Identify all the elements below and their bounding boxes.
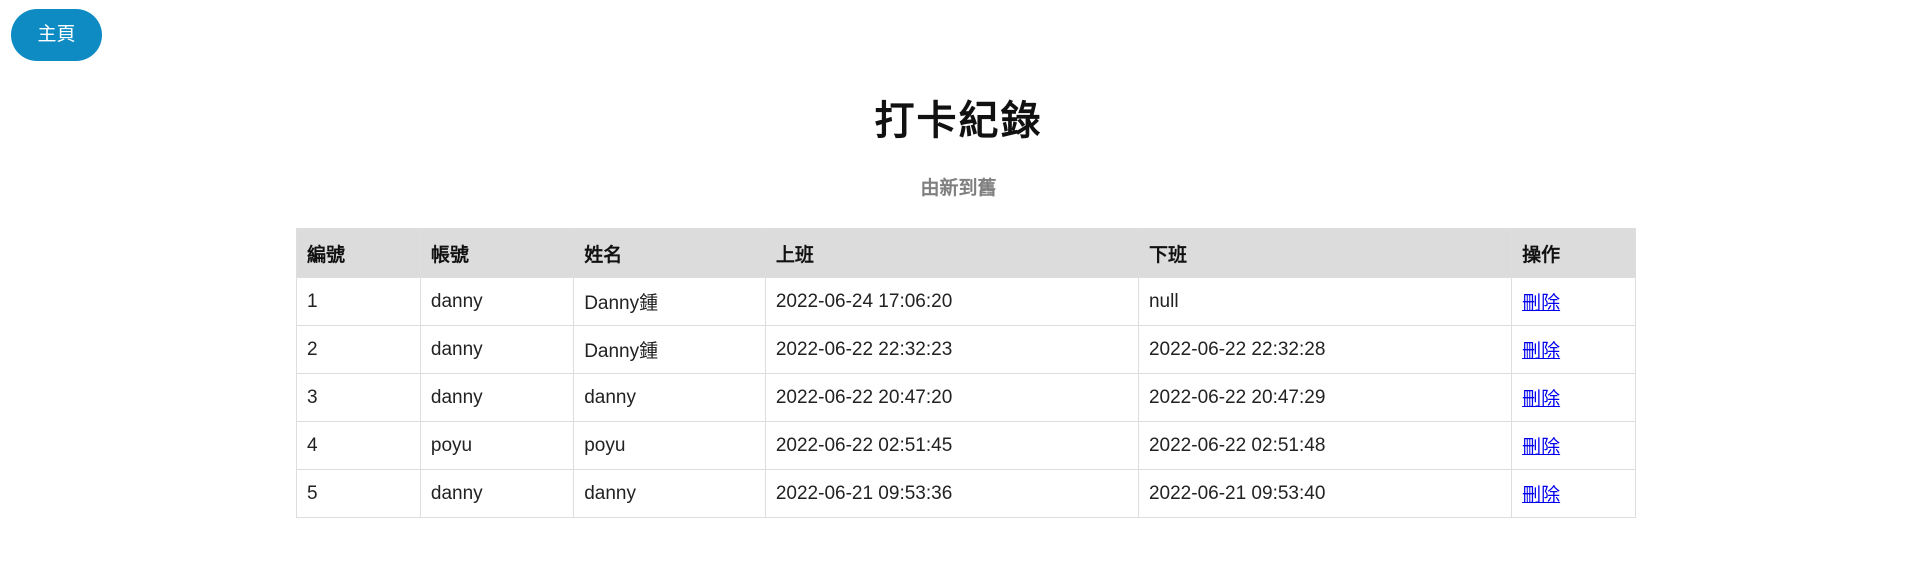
delete-link[interactable]: 刪除: [1522, 293, 1560, 314]
cell-clock-out: null: [1137, 277, 1513, 326]
cell-account: danny: [419, 469, 575, 518]
table-row: 3 danny danny 2022-06-22 20:47:20 2022-0…: [296, 373, 1636, 422]
cell-action: 刪除: [1511, 469, 1636, 518]
cell-name: danny: [573, 469, 766, 518]
delete-link[interactable]: 刪除: [1522, 389, 1560, 410]
cell-action: 刪除: [1511, 373, 1636, 422]
cell-id: 5: [296, 469, 421, 518]
delete-link[interactable]: 刪除: [1522, 485, 1560, 506]
header-clock-in: 上班: [764, 228, 1139, 278]
page-subtitle: 由新到舊: [920, 178, 997, 199]
cell-account: danny: [419, 373, 575, 422]
cell-id: 3: [296, 373, 421, 422]
cell-account: danny: [419, 325, 575, 374]
cell-name: poyu: [573, 421, 766, 470]
records-table: 編號 帳號 姓名 上班 下班 操作 1 danny Danny鍾 2022-06…: [296, 228, 1636, 518]
cell-clock-out: 2022-06-22 22:32:28: [1137, 325, 1513, 374]
header-action: 操作: [1511, 228, 1636, 278]
home-button[interactable]: 主頁: [11, 9, 102, 61]
header-clock-out: 下班: [1137, 228, 1513, 278]
cell-action: 刪除: [1511, 277, 1636, 326]
cell-action: 刪除: [1511, 325, 1636, 374]
delete-link[interactable]: 刪除: [1522, 437, 1560, 458]
delete-link[interactable]: 刪除: [1522, 341, 1560, 362]
cell-id: 4: [296, 421, 421, 470]
cell-clock-in: 2022-06-24 17:06:20: [764, 277, 1139, 326]
cell-clock-out: 2022-06-21 09:53:40: [1137, 469, 1513, 518]
cell-name: Danny鍾: [573, 277, 766, 326]
header-id: 編號: [296, 228, 421, 278]
table-row: 1 danny Danny鍾 2022-06-24 17:06:20 null …: [296, 277, 1636, 326]
cell-id: 2: [296, 325, 421, 374]
cell-id: 1: [296, 277, 421, 326]
cell-clock-out: 2022-06-22 02:51:48: [1137, 421, 1513, 470]
cell-account: poyu: [419, 421, 575, 470]
cell-clock-in: 2022-06-22 02:51:45: [764, 421, 1139, 470]
cell-name: danny: [573, 373, 766, 422]
header-account: 帳號: [419, 228, 575, 278]
cell-action: 刪除: [1511, 421, 1636, 470]
cell-account: danny: [419, 277, 575, 326]
header-name: 姓名: [573, 228, 766, 278]
page-title: 打卡紀錄: [874, 99, 1043, 143]
cell-name: Danny鍾: [573, 325, 766, 374]
cell-clock-out: 2022-06-22 20:47:29: [1137, 373, 1513, 422]
table-header-row: 編號 帳號 姓名 上班 下班 操作: [296, 228, 1636, 278]
table-row: 4 poyu poyu 2022-06-22 02:51:45 2022-06-…: [296, 421, 1636, 470]
cell-clock-in: 2022-06-22 20:47:20: [764, 373, 1139, 422]
table-row: 5 danny danny 2022-06-21 09:53:36 2022-0…: [296, 469, 1636, 518]
table-row: 2 danny Danny鍾 2022-06-22 22:32:23 2022-…: [296, 325, 1636, 374]
cell-clock-in: 2022-06-21 09:53:36: [764, 469, 1139, 518]
cell-clock-in: 2022-06-22 22:32:23: [764, 325, 1139, 374]
